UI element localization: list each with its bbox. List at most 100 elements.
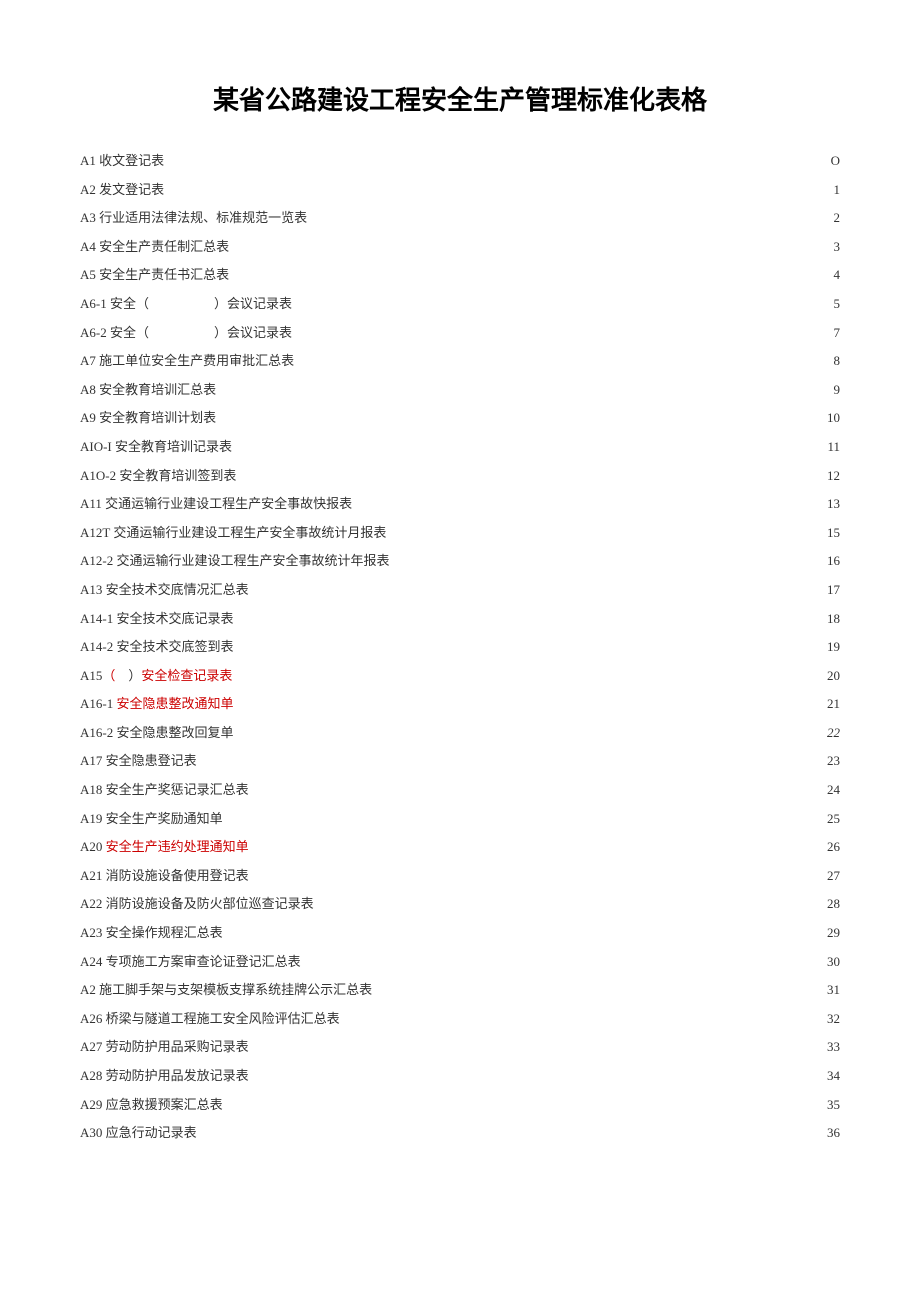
toc-dots — [233, 266, 829, 279]
toc-item: A14-2 安全技术交底签到表 19 — [80, 633, 840, 662]
toc-label: A15（ ）安全检查记录表 — [80, 662, 232, 691]
toc-label-prefix: A16-1 — [80, 696, 116, 711]
toc-label: A2 施工脚手架与支架模板支撑系统挂牌公示汇总表 — [80, 976, 372, 1005]
toc-label: A28 劳动防护用品发放记录表 — [80, 1062, 249, 1091]
toc-item: A28 劳动防护用品发放记录表 34 — [80, 1062, 840, 1091]
table-of-contents: A1 收文登记表OA2 发文登记表1A3 行业适用法律法规、标准规范一览表2A4… — [80, 147, 840, 1148]
toc-page: 31 — [827, 976, 840, 1005]
toc-dots — [201, 752, 823, 765]
toc-item: A22 消防设施设备及防火部位巡查记录表28 — [80, 890, 840, 919]
toc-item: A11 交通运输行业建设工程生产安全事故快报表13 — [80, 490, 840, 519]
toc-page: 19 — [827, 633, 840, 662]
toc-dots — [253, 581, 823, 594]
toc-dots — [253, 781, 823, 794]
toc-dots — [236, 667, 823, 680]
toc-label: A4 安全生产责任制汇总表 — [80, 233, 229, 262]
toc-item: A26 桥梁与隧道工程施工安全风险评估汇总表 32 — [80, 1005, 840, 1034]
toc-label-prefix: A20 — [80, 839, 106, 854]
toc-dots — [311, 209, 829, 222]
toc-dots — [390, 524, 823, 537]
toc-label: A14-2 安全技术交底签到表 — [80, 633, 233, 662]
toc-item: A16-1 安全隐患整改通知单 21 — [80, 690, 840, 719]
toc-label: A11 交通运输行业建设工程生产安全事故快报表 — [80, 490, 352, 519]
toc-page: 30 — [827, 948, 840, 977]
toc-item: A20 安全生产违约处理通知单 26 — [80, 833, 840, 862]
toc-page: 32 — [827, 1005, 840, 1034]
toc-page: 34 — [827, 1062, 840, 1091]
toc-item: A6-1 安全（ ）会议记录表5 — [80, 290, 840, 319]
toc-item: A7 施工单位安全生产费用审批汇总表 8 — [80, 347, 840, 376]
toc-item: A27 劳动防护用品采购记录表 33 — [80, 1033, 840, 1062]
toc-page: O — [831, 147, 840, 176]
toc-label-highlight: 安全生产违约处理通知单 — [106, 839, 249, 854]
toc-label-highlight: 安全隐患整改通知单 — [116, 696, 233, 711]
toc-item: A29 应急救援预案汇总表35 — [80, 1091, 840, 1120]
toc-dots — [344, 1010, 823, 1023]
toc-label: A12T 交通运输行业建设工程生产安全事故统计月报表 — [80, 519, 386, 548]
toc-page: 4 — [834, 261, 841, 290]
toc-page: 22 — [827, 719, 840, 748]
toc-dots — [356, 495, 823, 508]
toc-dots — [237, 610, 823, 623]
toc-dots — [237, 724, 823, 737]
toc-page: 5 — [834, 290, 841, 319]
toc-label: A24 专项施工方案审查论证登记汇总表 — [80, 948, 301, 977]
toc-page: 7 — [834, 319, 841, 348]
toc-dots — [253, 1038, 823, 1051]
toc-dots — [305, 953, 823, 966]
toc-label: A27 劳动防护用品采购记录表 — [80, 1033, 249, 1062]
toc-label: A13 安全技术交底情况汇总表 — [80, 576, 249, 605]
toc-label: A6-2 安全（ ）会议记录表 — [80, 319, 292, 348]
toc-page: 11 — [827, 433, 840, 462]
toc-item: A23 安全操作规程汇总表 29 — [80, 919, 840, 948]
toc-page: 23 — [827, 747, 840, 776]
toc-label: A7 施工单位安全生产费用审批汇总表 — [80, 347, 294, 376]
toc-item: A5 安全生产责任书汇总表4 — [80, 261, 840, 290]
toc-dots — [237, 695, 823, 708]
toc-dots — [233, 238, 829, 251]
toc-page: 24 — [827, 776, 840, 805]
toc-dots — [168, 181, 829, 194]
toc-label: A2 发文登记表 — [80, 176, 164, 205]
toc-page: 12 — [827, 462, 840, 491]
toc-dots — [253, 867, 823, 880]
toc-page: 8 — [834, 347, 841, 376]
toc-label: A21 消防设施设备使用登记表 — [80, 862, 249, 891]
toc-label: A20 安全生产违约处理通知单 — [80, 833, 249, 862]
toc-label: A17 安全隐患登记表 — [80, 747, 197, 776]
toc-dots — [220, 409, 823, 422]
toc-dots — [227, 924, 823, 937]
toc-item: A14-1 安全技术交底记录表18 — [80, 605, 840, 634]
toc-item: A13 安全技术交底情况汇总表17 — [80, 576, 840, 605]
toc-dots — [298, 352, 829, 365]
toc-item: A21 消防设施设备使用登记表 27 — [80, 862, 840, 891]
toc-page: 33 — [827, 1033, 840, 1062]
toc-label: AIO-I 安全教育培训记录表 — [80, 433, 232, 462]
toc-page: 21 — [827, 690, 840, 719]
toc-label: A1O-2 安全教育培训签到表 — [80, 462, 236, 491]
toc-dots — [236, 438, 823, 451]
toc-dots — [227, 1096, 823, 1109]
toc-page: 2 — [834, 204, 841, 233]
toc-page: 29 — [827, 919, 840, 948]
toc-dots — [168, 152, 826, 165]
toc-item: A19 安全生产奖励通知单25 — [80, 805, 840, 834]
document-title: 某省公路建设工程安全生产管理标准化表格 — [80, 80, 840, 117]
toc-item: A4 安全生产责任制汇总表3 — [80, 233, 840, 262]
toc-dots — [237, 638, 823, 651]
toc-item: AIO-I 安全教育培训记录表 11 — [80, 433, 840, 462]
toc-page: 20 — [827, 662, 840, 691]
toc-page: 26 — [827, 833, 840, 862]
toc-label: A9 安全教育培训计划表 — [80, 404, 216, 433]
toc-page: 16 — [827, 547, 840, 576]
toc-label: A26 桥梁与隧道工程施工安全风险评估汇总表 — [80, 1005, 340, 1034]
toc-page: 27 — [827, 862, 840, 891]
toc-page: 10 — [827, 404, 840, 433]
toc-item: A8 安全教育培训汇总表9 — [80, 376, 840, 405]
toc-page: 25 — [827, 805, 840, 834]
toc-page: 18 — [827, 605, 840, 634]
toc-dots — [393, 552, 823, 565]
toc-label: A23 安全操作规程汇总表 — [80, 919, 223, 948]
toc-item: A1O-2 安全教育培训签到表 12 — [80, 462, 840, 491]
toc-dots — [220, 381, 829, 394]
